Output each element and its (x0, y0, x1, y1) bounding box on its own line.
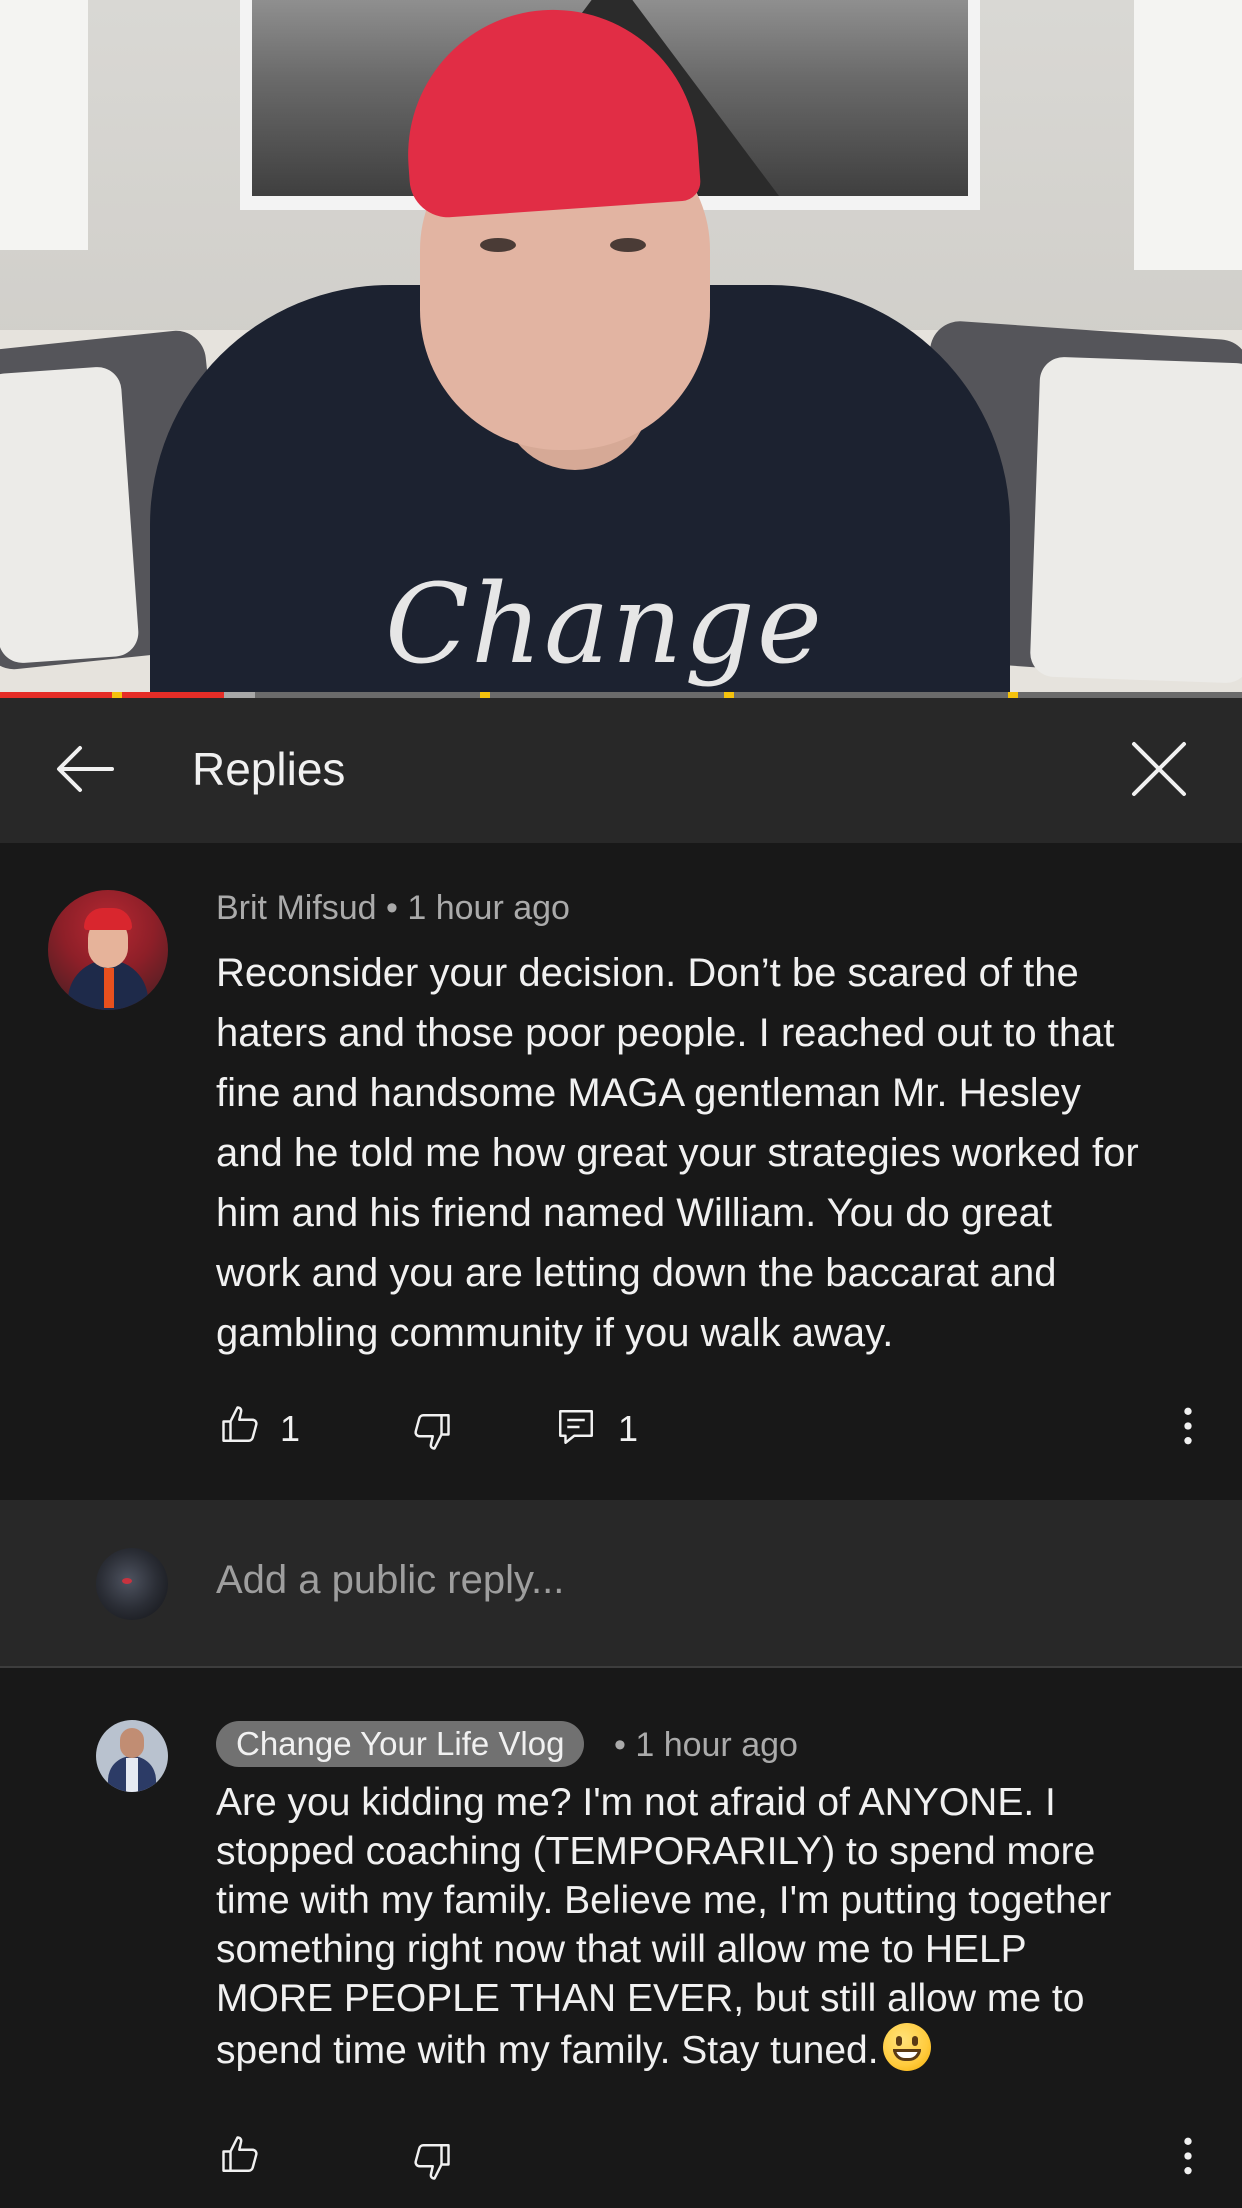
avatar[interactable] (48, 890, 168, 1010)
thumbs-up-icon (222, 1406, 258, 1442)
comment-meta: Brit Mifsud • 1 hour ago (216, 889, 570, 927)
close-icon (1132, 742, 1186, 796)
reply-composer: Add a public reply... (0, 1500, 1242, 1668)
reply-text-line: Are you kidding me? I'm not afraid of AN… (216, 1778, 1206, 1827)
like-button[interactable] (220, 2134, 262, 2181)
comment-text-line: fine and handsome MAGA gentleman Mr. Hes… (216, 1071, 1081, 1115)
replies-header: Replies (0, 698, 1242, 843)
comment-text-line: Reconsider your decision. Don’t be scare… (216, 951, 1079, 995)
more-vertical-icon (1184, 2137, 1192, 2175)
parent-comment: Brit Mifsud • 1 hour ago Reconsider your… (0, 843, 1242, 1500)
close-button[interactable] (1126, 736, 1192, 802)
person-eye (610, 238, 646, 252)
avatar (96, 1548, 168, 1620)
reply-text-span: Are you kidding me? I'm not afraid of AN… (216, 1781, 1056, 1824)
channel-author-badge[interactable]: Change Your Life Vlog (216, 1721, 585, 1767)
pillow (1029, 356, 1242, 684)
thumbs-down-icon (414, 2144, 450, 2180)
dislike-button[interactable] (410, 2140, 452, 2187)
reply-comment: Change Your Life Vlog • 1 hour ago Are y… (0, 1668, 1242, 2208)
comment-text-line: haters and those poor people. I reached … (216, 1011, 1115, 1055)
more-vertical-icon (1184, 1407, 1192, 1445)
like-button[interactable] (220, 1404, 262, 1451)
reply-count: 1 (618, 1408, 639, 1449)
avatar[interactable] (96, 1720, 168, 1792)
dislike-button[interactable] (410, 1410, 452, 1457)
more-options-button[interactable] (1170, 2134, 1206, 2183)
video-player[interactable]: Change (0, 0, 1242, 697)
back-button[interactable] (52, 736, 118, 802)
like-count: 1 (280, 1408, 301, 1449)
reply-text-line: something right now that will allow me t… (216, 1925, 1206, 1974)
reply-text-line: time with my family. Believe me, I'm put… (216, 1876, 1206, 1925)
person-eye (480, 238, 516, 252)
reply-text-span: something right now that will allow me t… (216, 1928, 1027, 1971)
reply-text-span: MORE PEOPLE THAN EVER, but still allow m… (216, 1977, 1085, 2020)
more-options-button[interactable] (1170, 1404, 1206, 1453)
comment-text-line: work and you are letting down the baccar… (216, 1251, 1057, 1295)
background-window (0, 0, 88, 250)
reply-text: Are you kidding me? I'm not afraid of AN… (216, 1778, 1206, 2075)
thumbs-down-icon (414, 1414, 450, 1450)
reply-text-line: stopped coaching (TEMPORARILY) to spend … (216, 1827, 1206, 1876)
comment-text-line: and he told me how great your strategies… (216, 1131, 1139, 1175)
reply-time: • 1 hour ago (614, 1726, 798, 1764)
reply-actions (0, 2128, 1242, 2188)
reply-text-span: time with my family. Believe me, I'm put… (216, 1879, 1112, 1922)
reply-text-span: stopped coaching (TEMPORARILY) to spend … (216, 1830, 1096, 1873)
reply-text-line: MORE PEOPLE THAN EVER, but still allow m… (216, 1974, 1206, 2023)
reply-text-line: spend time with my family. Stay tuned. (216, 2023, 1206, 2075)
thumbs-up-icon (222, 2136, 258, 2172)
grinning-face-emoji (882, 2023, 931, 2071)
comment-text-line: him and his friend named William. You do… (216, 1191, 1053, 1235)
arrow-left-icon (57, 746, 114, 792)
pillow (0, 365, 140, 665)
comment-icon (559, 1410, 593, 1444)
shirt-text: Change (385, 560, 824, 688)
reply-button[interactable] (555, 1406, 597, 1453)
comment-text: Reconsider your decision. Don’t be scare… (216, 943, 1206, 1363)
reply-input[interactable]: Add a public reply... (216, 1558, 564, 1603)
comment-actions: 1 1 (0, 1398, 1242, 1458)
reply-text-span: spend time with my family. Stay tuned. (216, 2029, 879, 2072)
background-window (1134, 0, 1242, 270)
comment-text-line: gambling community if you walk away. (216, 1311, 894, 1355)
page-title: Replies (192, 743, 346, 795)
